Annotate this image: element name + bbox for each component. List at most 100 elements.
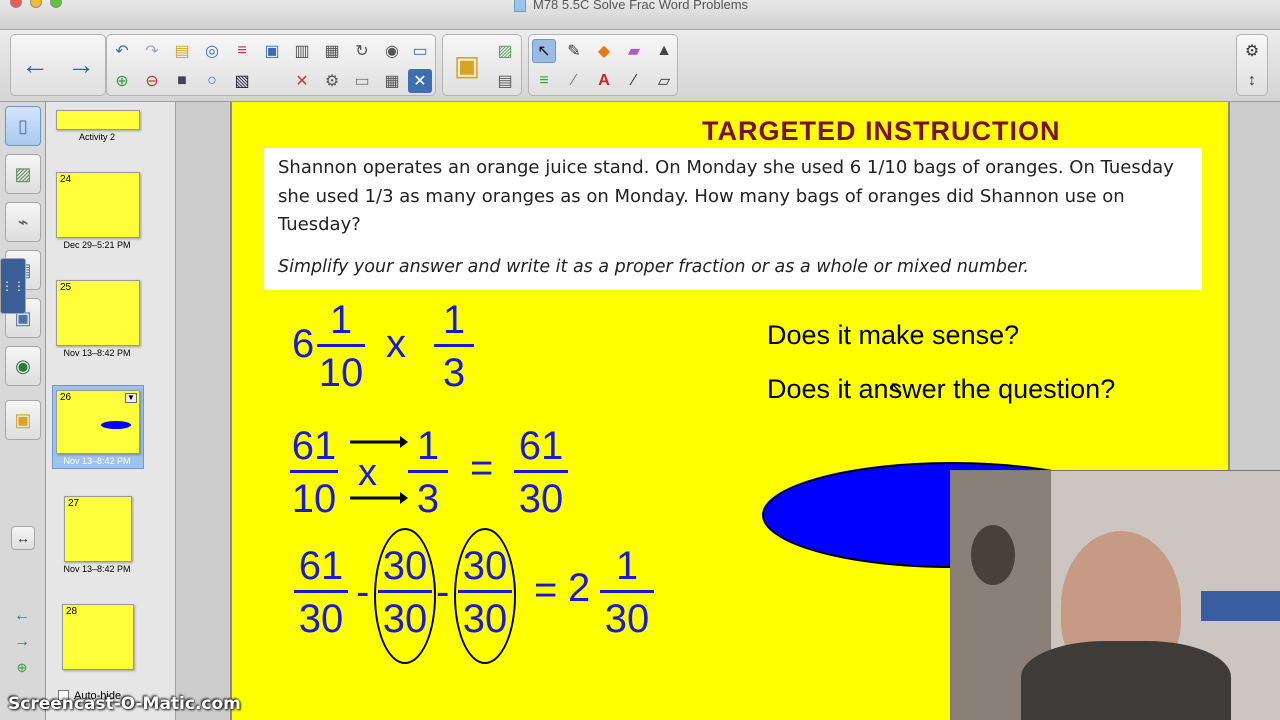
numerator: 61 bbox=[291, 424, 337, 468]
delete-button[interactable]: ✕ bbox=[290, 69, 314, 93]
magnifier-icon: ◎ bbox=[205, 43, 219, 60]
eraser-tool-button[interactable]: ▰ bbox=[622, 39, 646, 63]
thumbnail-number: 24 bbox=[60, 174, 72, 185]
toolbar-settings-group: ⚙ ↕ bbox=[1236, 34, 1268, 96]
display-button[interactable]: ▭ bbox=[408, 39, 432, 63]
pens-button[interactable]: ≡ bbox=[230, 39, 254, 63]
mouse-cursor-icon: ↖ bbox=[889, 378, 905, 398]
document-camera-button[interactable]: ▧ bbox=[230, 69, 254, 93]
previous-page-button[interactable]: ← bbox=[15, 45, 55, 85]
spotlight-button[interactable]: ◉ bbox=[380, 39, 404, 63]
arrow-left-icon: ← bbox=[21, 49, 49, 80]
tab-attachments[interactable]: ⌁ bbox=[5, 202, 41, 242]
full-screen-button[interactable]: ▭ bbox=[350, 69, 374, 93]
highlighter-icon: ▱ bbox=[657, 73, 671, 90]
insert-image-button[interactable]: ▨ bbox=[493, 39, 517, 63]
floating-tools-handle[interactable]: ⋮⋮ bbox=[0, 258, 26, 314]
zoom-window-button[interactable] bbox=[50, 0, 62, 8]
open-button[interactable]: ▤ bbox=[170, 39, 194, 63]
settings-button[interactable]: ⚙ bbox=[1240, 39, 1264, 63]
lesson-activity-button[interactable]: ▣ bbox=[447, 45, 487, 85]
numerator: 1 bbox=[615, 544, 639, 588]
sorter-next-button[interactable]: → bbox=[10, 630, 34, 654]
thumbnail-number: 26 bbox=[60, 392, 72, 403]
close-window-button[interactable] bbox=[10, 0, 22, 8]
arrow-right-icon: → bbox=[67, 49, 95, 80]
fraction: 1 30 bbox=[600, 546, 654, 639]
page-thumbnail-27[interactable]: 27 bbox=[64, 496, 132, 562]
shapes-tool-button[interactable]: ◆ bbox=[592, 39, 616, 63]
move-toolbar-button[interactable]: ↕ bbox=[1240, 69, 1264, 93]
recorder-icon: ▤ bbox=[497, 73, 513, 90]
undo-button[interactable]: ↶ bbox=[110, 39, 134, 63]
screen-capture-button[interactable]: ▣ bbox=[260, 39, 284, 63]
add-page-button[interactable]: ⊕ bbox=[110, 69, 134, 93]
next-page-button[interactable]: → bbox=[61, 45, 101, 85]
fraction: 30 30 bbox=[458, 546, 512, 639]
line-icon: ∕ bbox=[632, 72, 636, 89]
title-bar: M78 5.5C Solve Frac Word Problems bbox=[0, 0, 1280, 30]
text-tool-button[interactable]: A bbox=[592, 69, 616, 93]
sorter-add-page-button[interactable]: ⊕ bbox=[10, 656, 34, 680]
page-thumbnail-activity2[interactable] bbox=[56, 110, 140, 130]
minimize-window-button[interactable] bbox=[30, 0, 42, 8]
page-menu-dropdown[interactable]: ▼ bbox=[125, 393, 137, 403]
magic-pen-button[interactable]: ∕ bbox=[562, 69, 586, 93]
thumbnail-number: 27 bbox=[68, 498, 80, 509]
page-thumbnail-28[interactable]: 28 bbox=[62, 604, 134, 670]
shapes-icon: ◆ bbox=[597, 43, 611, 60]
equals-sign: = bbox=[534, 568, 558, 612]
operator: x bbox=[358, 452, 377, 494]
redo-button[interactable]: ↷ bbox=[140, 39, 164, 63]
numerator: 61 bbox=[298, 544, 344, 588]
denominator: 3 bbox=[442, 351, 466, 395]
thumbnail-caption: Nov 13–8:42 PM bbox=[63, 348, 131, 358]
gear-icon: ⚙ bbox=[1244, 43, 1260, 60]
sidebar-side-toggle[interactable]: ↔ bbox=[11, 526, 35, 550]
page-sorter: Activity 2 24 Dec 29–5:21 PM 25 Nov 13–8… bbox=[46, 102, 176, 720]
whole-number: 2 bbox=[568, 566, 591, 610]
page-icon: ▯ bbox=[18, 115, 28, 136]
fill-tool-button[interactable]: ▲ bbox=[652, 39, 676, 63]
tab-gallery[interactable]: ▨ bbox=[5, 154, 41, 194]
paste-button[interactable]: ▥ bbox=[290, 39, 314, 63]
table-button[interactable]: ▦ bbox=[380, 69, 404, 93]
document-camera-icon: ▧ bbox=[234, 73, 250, 90]
close-tool-button[interactable]: ✕ bbox=[408, 69, 432, 93]
delete-page-button[interactable]: ⊖ bbox=[140, 69, 164, 93]
up-down-arrow-icon: ↕ bbox=[1248, 72, 1256, 89]
page-recorder-button[interactable]: ▤ bbox=[493, 69, 517, 93]
highlighter-button[interactable]: ▱ bbox=[652, 69, 676, 93]
page-thumbnail-24[interactable]: 24 bbox=[56, 172, 140, 238]
wall-clock bbox=[971, 525, 1015, 585]
delete-page-icon: ⊖ bbox=[145, 73, 159, 90]
redo-icon: ↷ bbox=[145, 43, 159, 60]
numerator: 61 bbox=[518, 424, 564, 468]
tab-page-sorter[interactable]: ▯ bbox=[5, 106, 41, 146]
properties-button[interactable]: ⚙ bbox=[320, 69, 344, 93]
select-tool-button[interactable]: ↖ bbox=[532, 39, 556, 63]
camera-button[interactable]: ▦ bbox=[320, 39, 344, 63]
numerator: 1 bbox=[442, 298, 466, 342]
fraction-bar bbox=[514, 470, 568, 473]
tab-toolkit[interactable]: ▣ bbox=[5, 400, 41, 440]
undo-icon: ↶ bbox=[115, 43, 129, 60]
window-decor bbox=[1201, 591, 1280, 621]
creative-pen-button[interactable]: ≡ bbox=[532, 69, 556, 93]
page-thumbnail-25[interactable]: 25 bbox=[56, 280, 140, 346]
pens-icon: ≡ bbox=[237, 42, 247, 59]
save-button[interactable]: ■ bbox=[170, 69, 194, 93]
eraser-icon: ▰ bbox=[627, 43, 641, 60]
page-thumbnail-26[interactable]: 26 ▼ bbox=[56, 390, 140, 454]
sorter-previous-button[interactable]: ← bbox=[10, 604, 34, 628]
tab-lab[interactable]: ◉ bbox=[5, 346, 41, 386]
check-make-sense: Does it make sense? bbox=[767, 320, 1020, 350]
zoom-button[interactable]: ◎ bbox=[200, 39, 224, 63]
fraction: 1 3 bbox=[434, 300, 474, 393]
fraction-bar bbox=[458, 590, 512, 593]
fraction-bar bbox=[408, 470, 448, 473]
line-tool-button[interactable]: ∕ bbox=[622, 69, 646, 93]
pen-tool-button[interactable]: ✎ bbox=[562, 39, 586, 63]
screen-shade-button[interactable]: ↻ bbox=[350, 39, 374, 63]
record-button[interactable]: ○ bbox=[200, 69, 224, 93]
